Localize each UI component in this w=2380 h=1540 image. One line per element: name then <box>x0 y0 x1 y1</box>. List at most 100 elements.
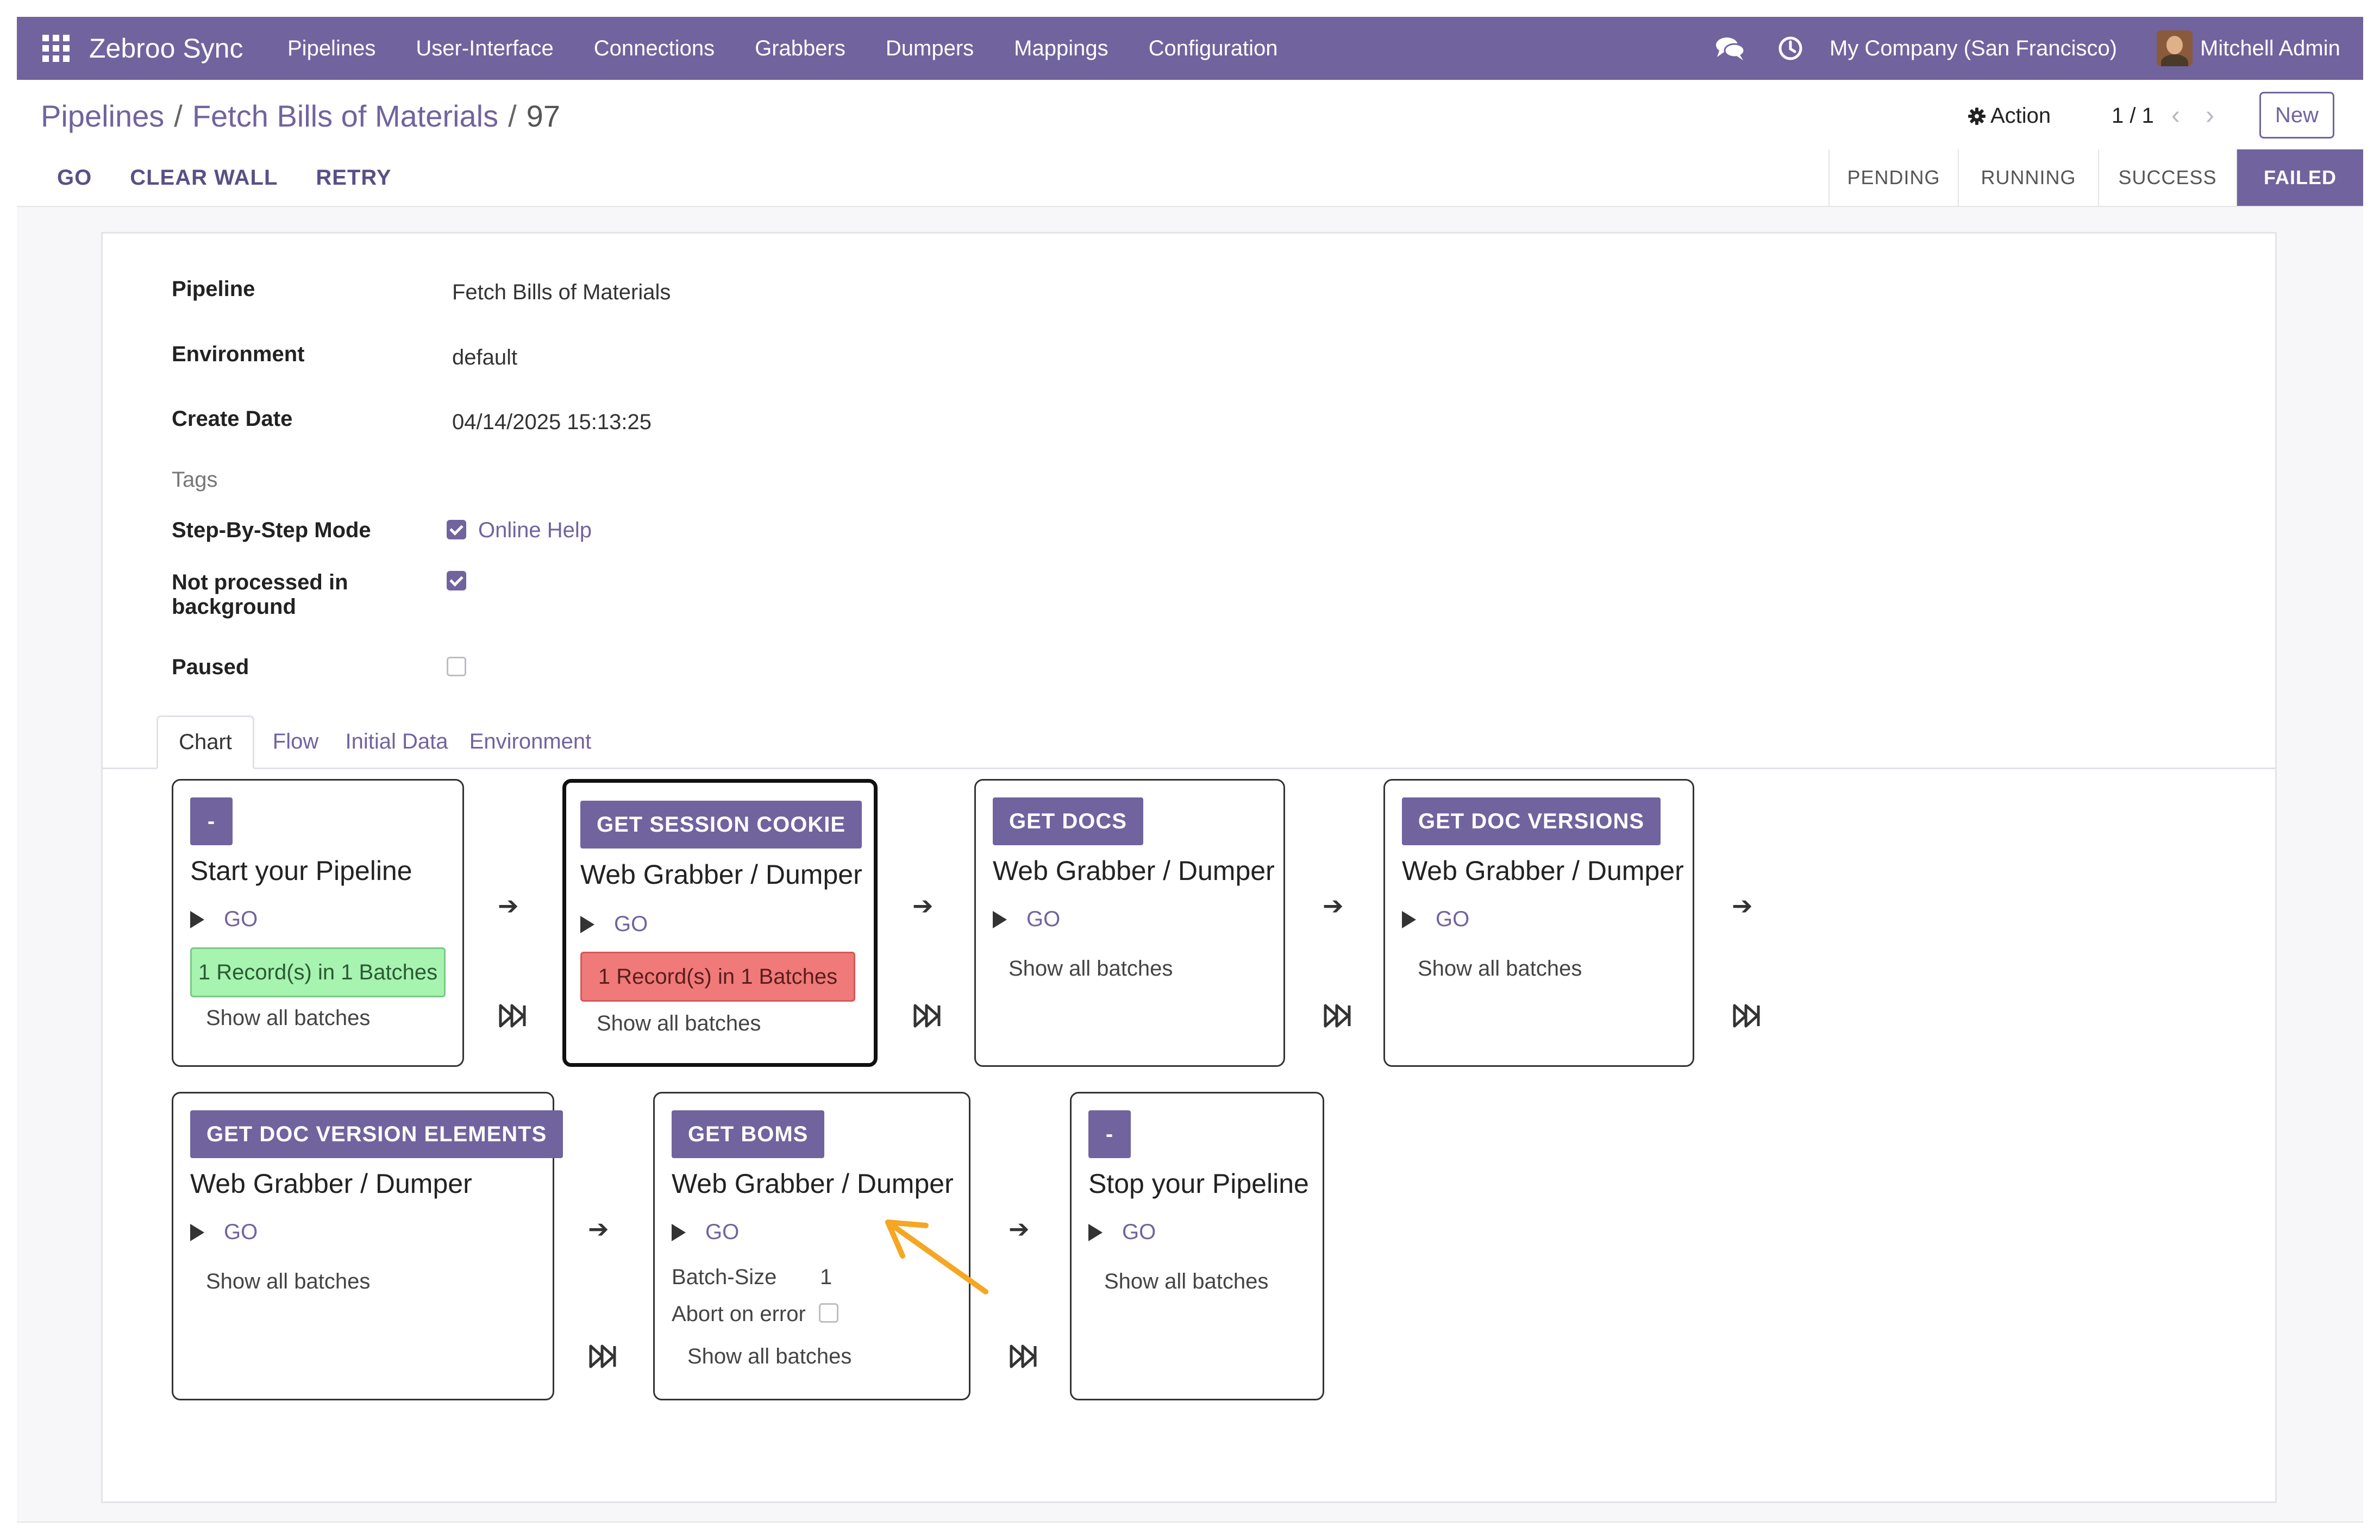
fast-forward-icon[interactable] <box>1733 1004 1760 1028</box>
show-all-batches-link[interactable]: Show all batches <box>206 1269 370 1294</box>
breadcrumb-current: 97 <box>526 99 560 133</box>
card-badge: GET DOCS <box>993 797 1143 845</box>
flow-arrow-icon: ➔ <box>1323 891 1344 920</box>
top-navbar: Zebroo Sync Pipelines User-Interface Con… <box>17 17 2363 80</box>
card-go-button[interactable]: GO <box>1402 907 1469 932</box>
pipeline-card-get-session-cookie: GET SESSION COOKIE Web Grabber / Dumper … <box>562 779 878 1067</box>
stage-pending[interactable]: PENDING <box>1828 149 1958 206</box>
card-go-button[interactable]: GO <box>190 907 258 932</box>
play-icon <box>1088 1223 1103 1241</box>
menu-mappings[interactable]: Mappings <box>1014 34 1108 62</box>
menu-dumpers[interactable]: Dumpers <box>886 34 974 62</box>
card-title: Stop your Pipeline <box>1088 1168 1309 1199</box>
online-help-link[interactable]: Online Help <box>478 518 592 543</box>
breadcrumb-separator: / <box>174 99 183 133</box>
abort-on-error-checkbox[interactable] <box>819 1303 838 1323</box>
retry-button[interactable]: RETRY <box>316 166 391 190</box>
abort-on-error-label: Abort on error <box>672 1302 806 1326</box>
show-all-batches-link[interactable]: Show all batches <box>687 1344 851 1369</box>
fast-forward-icon[interactable] <box>1010 1344 1037 1368</box>
play-icon <box>1402 910 1416 928</box>
gear-icon <box>1968 107 1986 125</box>
card-go-label: GO <box>224 1220 258 1244</box>
annotation-arrow-icon <box>885 1220 988 1294</box>
card-go-button[interactable]: GO <box>580 912 648 936</box>
app-name[interactable]: Zebroo Sync <box>89 31 243 66</box>
card-title: Web Grabber / Dumper <box>580 859 862 890</box>
card-badge: GET BOMS <box>672 1110 825 1158</box>
batch-size-value: 1 <box>820 1265 832 1289</box>
flow-arrow-icon: ➔ <box>498 891 519 920</box>
fast-forward-icon[interactable] <box>913 1004 941 1028</box>
pipeline-value[interactable]: Fetch Bills of Materials <box>452 280 671 305</box>
apps-menu-icon[interactable] <box>42 35 70 62</box>
environment-value[interactable]: default <box>452 345 517 370</box>
card-go-label: GO <box>1122 1220 1156 1244</box>
card-go-label: GO <box>1436 907 1470 931</box>
pager-prev-icon[interactable]: ‹ <box>2171 100 2180 130</box>
clear-wall-button[interactable]: CLEAR WALL <box>130 166 278 190</box>
pipeline-card-get-doc-version-elements: GET DOC VERSION ELEMENTS Web Grabber / D… <box>172 1092 563 1400</box>
breadcrumb-pipelines[interactable]: Pipelines <box>41 97 164 135</box>
step-mode-checkbox[interactable] <box>447 520 466 539</box>
menu-grabbers[interactable]: Grabbers <box>755 34 845 62</box>
menu-configuration[interactable]: Configuration <box>1149 34 1278 62</box>
new-button[interactable]: New <box>2259 92 2334 139</box>
show-all-batches-link[interactable]: Show all batches <box>1009 957 1173 981</box>
card-go-button[interactable]: GO <box>672 1220 739 1244</box>
play-icon <box>993 910 1007 928</box>
menu-connections[interactable]: Connections <box>594 34 715 62</box>
card-go-button[interactable]: GO <box>993 907 1060 932</box>
user-menu[interactable]: Mitchell Admin <box>2157 17 2340 80</box>
flow-arrow-icon: ➔ <box>588 1215 609 1243</box>
card-badge: GET DOC VERSIONS <box>1402 797 1661 845</box>
card-title: Start your Pipeline <box>190 856 412 886</box>
form-sheet: Pipeline Fetch Bills of Materials Enviro… <box>101 232 2277 1503</box>
breadcrumb: Pipelines / Fetch Bills of Materials / 9… <box>41 97 560 135</box>
play-icon <box>190 910 204 928</box>
go-button[interactable]: GO <box>57 166 92 190</box>
pager-next-icon[interactable]: › <box>2206 100 2214 130</box>
tab-flow[interactable]: Flow <box>260 715 331 768</box>
action-label: Action <box>1990 104 2051 128</box>
fast-forward-icon[interactable] <box>1324 1004 1351 1028</box>
not-processed-label-line1: Not processed in <box>172 570 348 594</box>
pipeline-card-start: - Start your Pipeline GO 1 Record(s) in … <box>172 779 464 1067</box>
tab-chart[interactable]: Chart <box>156 715 254 769</box>
fast-forward-icon[interactable] <box>589 1344 616 1368</box>
not-processed-checkbox[interactable] <box>447 571 466 590</box>
show-all-batches-link[interactable]: Show all batches <box>1418 957 1582 981</box>
activity-clock-icon[interactable] <box>1777 17 1803 80</box>
company-switcher[interactable]: My Company (San Francisco) <box>1830 17 2117 80</box>
menu-user-interface[interactable]: User-Interface <box>416 34 553 62</box>
card-go-label: GO <box>614 912 648 936</box>
show-all-batches-link[interactable]: Show all batches <box>1104 1269 1268 1294</box>
action-menu-button[interactable]: Action <box>1968 104 2051 128</box>
control-panel: Pipelines / Fetch Bills of Materials / 9… <box>17 80 2363 150</box>
tab-environment[interactable]: Environment <box>462 715 598 768</box>
tab-initial-data[interactable]: Initial Data <box>340 715 454 768</box>
card-go-button[interactable]: GO <box>1088 1220 1156 1244</box>
chat-icon[interactable] <box>1715 17 1745 80</box>
card-title: Web Grabber / Dumper <box>993 856 1275 886</box>
pipeline-card-stop: - Stop your Pipeline GO Show all batches <box>1070 1092 1324 1400</box>
flow-arrow-icon: ➔ <box>1009 1215 1030 1243</box>
stage-failed[interactable]: FAILED <box>2236 149 2363 206</box>
breadcrumb-pipeline[interactable]: Fetch Bills of Materials <box>192 97 498 135</box>
card-badge: GET SESSION COOKIE <box>580 801 862 848</box>
card-go-button[interactable]: GO <box>190 1220 258 1244</box>
pager-value[interactable]: 1 / 1 <box>2112 104 2154 128</box>
play-icon <box>672 1223 686 1241</box>
statusbar: PENDING RUNNING SUCCESS FAILED <box>1828 149 2363 206</box>
show-all-batches-link[interactable]: Show all batches <box>206 1006 370 1030</box>
stage-running[interactable]: RUNNING <box>1958 149 2098 206</box>
notebook-tabs: Chart Flow Initial Data Environment <box>103 715 2275 769</box>
fast-forward-icon[interactable] <box>499 1004 526 1028</box>
stage-success[interactable]: SUCCESS <box>2098 149 2236 206</box>
card-go-label: GO <box>1026 907 1061 931</box>
records-badge-failed[interactable]: 1 Record(s) in 1 Batches <box>580 952 855 1002</box>
show-all-batches-link[interactable]: Show all batches <box>597 1011 761 1036</box>
paused-checkbox[interactable] <box>447 657 466 676</box>
records-badge-success[interactable]: 1 Record(s) in 1 Batches <box>190 947 446 997</box>
menu-pipelines[interactable]: Pipelines <box>287 34 375 62</box>
